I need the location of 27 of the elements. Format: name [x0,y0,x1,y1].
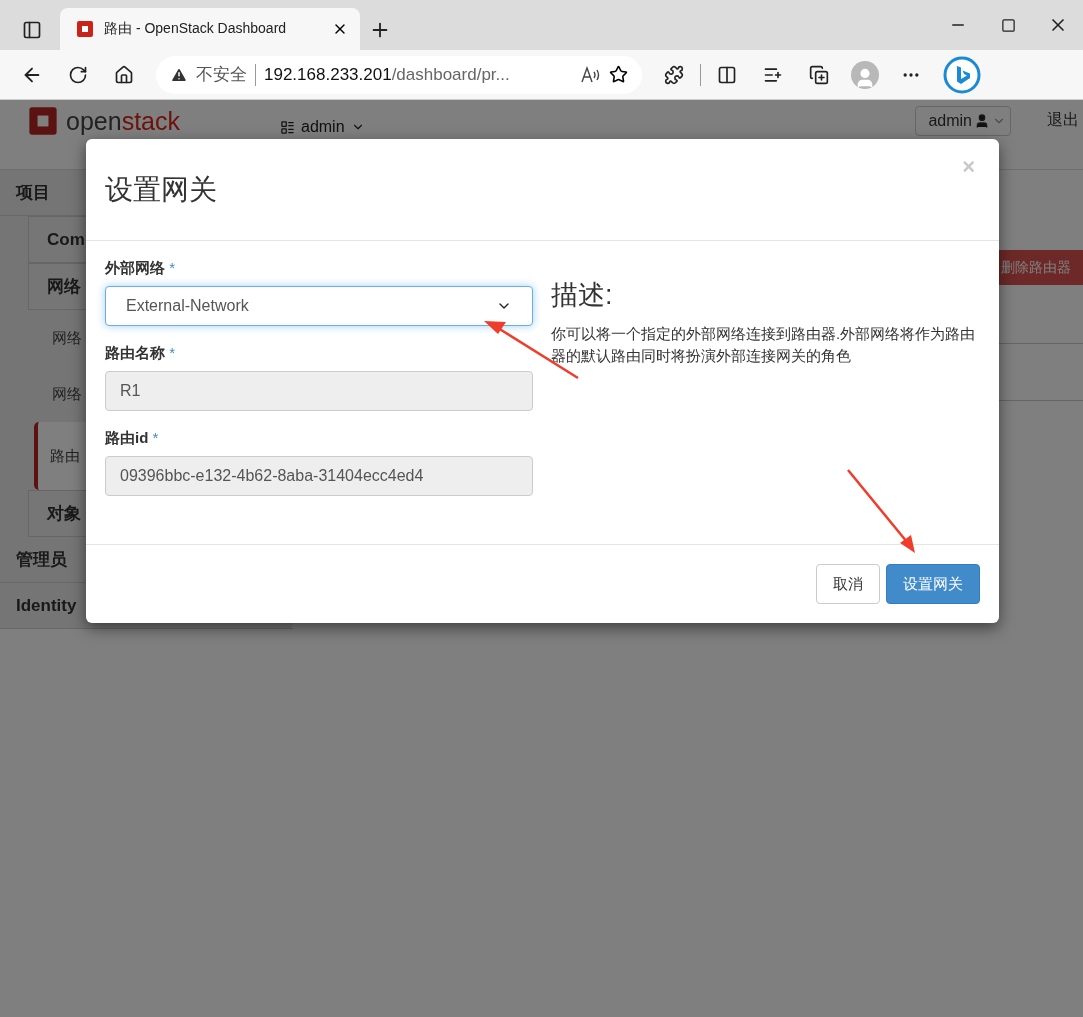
favorite-add-icon[interactable] [609,65,628,84]
tab-title: 路由 - OpenStack Dashboard [104,20,288,38]
submit-button[interactable]: 设置网关 [886,564,980,604]
user-menu[interactable]: admin [915,106,1011,136]
logo-icon [28,106,58,136]
openstack-logo-icon [76,20,94,38]
read-aloud-icon[interactable] [581,65,601,84]
browser-tab[interactable]: 路由 - OpenStack Dashboard [60,8,360,50]
field-label: 路由id * [105,429,160,448]
select-field[interactable]: External-Network [105,286,533,326]
security-label: 不安全 [196,64,247,86]
user-icon [974,113,990,129]
project-menu[interactable]: admin [280,118,365,136]
description-text: 你可以将一个指定的外部网络连接到路由器.外部网络将作为路由器的默认路由同时将扮演外部连接网关的角色 [551,324,976,366]
logout-link[interactable]: 退出 [1047,110,1083,131]
field-label: 外部网络 * [105,259,176,278]
address-field[interactable]: 不安全 192.168.233.201/dashboard/pr... [156,55,642,94]
field-label: 路由名称 * [105,344,176,363]
list-icon [280,119,295,135]
url-text: 192.168.233.201/dashboard/pr... [264,64,511,85]
cancel-button[interactable]: 取消 [816,564,880,604]
dialog-title: 设置网关 [105,172,217,207]
description-title: 描述: [551,279,614,312]
input-field[interactable]: R1 [105,371,533,411]
logo-text: openstack [66,107,180,135]
bing-icon[interactable] [943,55,981,94]
input-field[interactable]: 09396bbc-e132-4b62-8aba-31404ecc4ed4 [105,456,533,496]
